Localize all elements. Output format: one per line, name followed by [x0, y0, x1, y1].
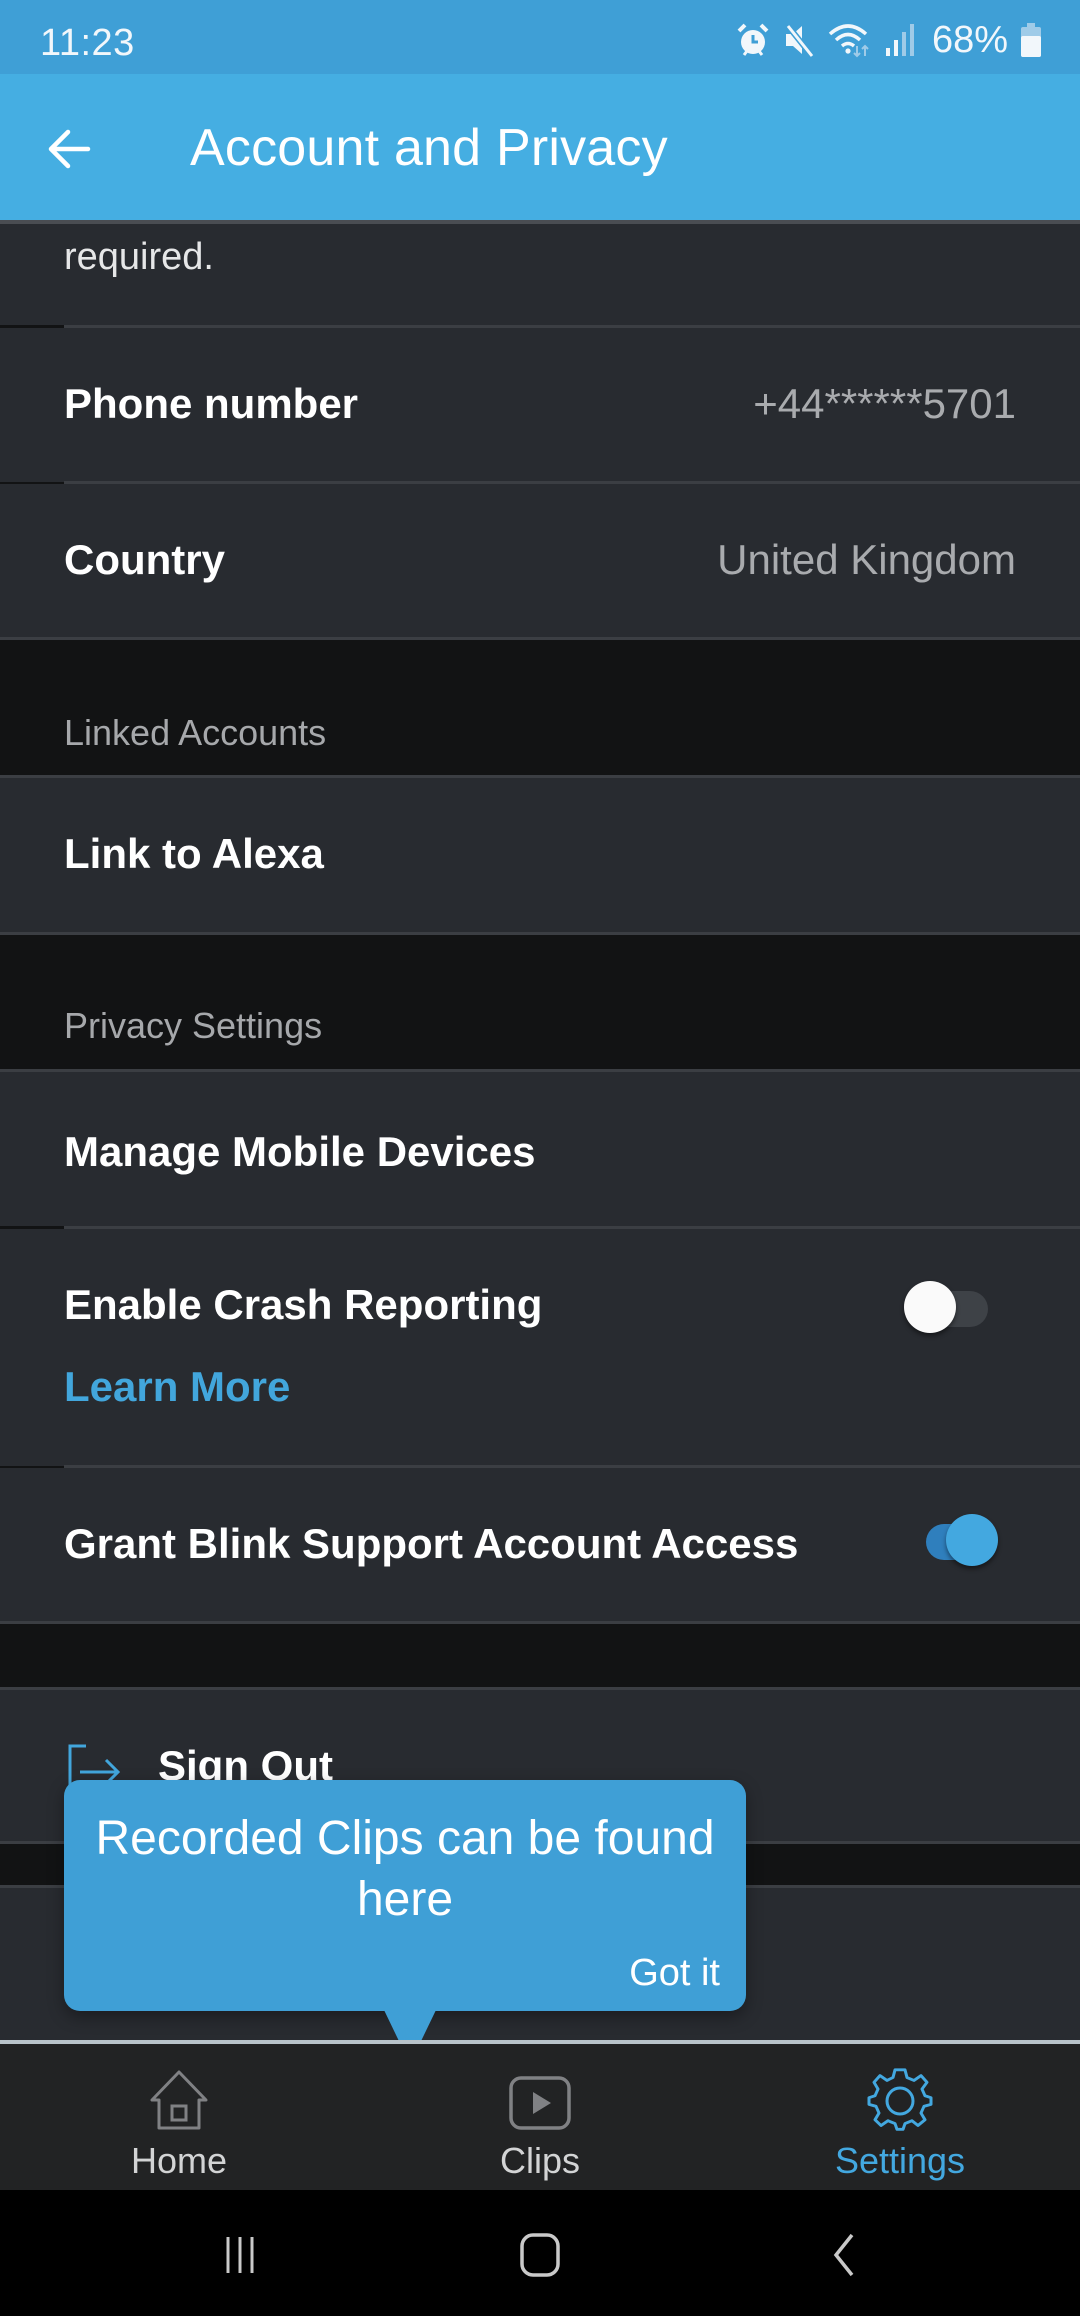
crash-reporting-row: Enable Crash Reporting Learn More	[0, 1229, 1080, 1466]
country-label: Country	[64, 536, 225, 583]
battery-percent: 68%	[931, 18, 1008, 61]
link-to-alexa-row[interactable]: Link to Alexa	[0, 778, 1080, 932]
system-nav	[0, 2190, 1080, 2316]
nav-label: Clips	[499, 2140, 580, 2181]
back-button[interactable]	[38, 118, 100, 180]
page-title: Account and Privacy	[190, 119, 668, 177]
toggle-thumb	[946, 1514, 998, 1566]
status-bar: 11:23 68%	[0, 0, 1080, 74]
nav-label: Settings	[834, 2140, 966, 2181]
spacer-band	[0, 1624, 1080, 1688]
phone-number-value: +44******5701	[753, 380, 1016, 427]
description-text: required.	[64, 236, 214, 278]
mute-icon	[782, 22, 816, 58]
play-icon	[507, 2068, 573, 2134]
clips-tooltip: Recorded Clips can be found here Got it	[64, 1780, 746, 2064]
phone-number-label: Phone number	[64, 380, 359, 427]
section-label: Linked Accounts	[64, 712, 327, 753]
learn-more-link[interactable]: Learn More	[64, 1363, 290, 1411]
nav-item-settings[interactable]: Settings	[800, 2044, 1000, 2190]
app-bar: Account and Privacy	[0, 74, 1080, 222]
privacy-settings-section-header: Privacy Settings	[0, 935, 1080, 1070]
alarm-icon	[736, 22, 770, 58]
country-row[interactable]: Country United Kingdom	[0, 484, 1080, 638]
arrow-left-icon	[48, 129, 91, 169]
link-to-alexa-label: Link to Alexa	[64, 830, 324, 877]
bottom-nav: Home Clips Settings	[0, 2040, 1080, 2190]
country-value: United Kingdom	[717, 536, 1016, 583]
toggle-thumb	[904, 1281, 956, 1333]
home-icon	[146, 2068, 212, 2134]
support-access-row: Grant Blink Support Account Access	[0, 1468, 1080, 1622]
account-description-cell: required.	[0, 224, 1080, 325]
back-system-button[interactable]	[804, 2220, 884, 2290]
recents-icon	[226, 2237, 254, 2273]
manage-mobile-devices-label: Manage Mobile Devices	[64, 1128, 536, 1175]
nav-item-home[interactable]: Home	[79, 2044, 279, 2190]
manage-mobile-devices-row[interactable]: Manage Mobile Devices	[0, 1072, 1080, 1226]
wifi-icon	[828, 22, 872, 58]
linked-accounts-section-header: Linked Accounts	[0, 640, 1080, 776]
battery-icon	[1020, 22, 1042, 58]
crash-reporting-toggle[interactable]	[904, 1279, 990, 1339]
nav-label: Home	[130, 2140, 228, 2181]
status-time: 11:23	[40, 22, 135, 64]
got-it-button[interactable]: Got it	[629, 1952, 720, 1995]
home-circle-icon	[520, 2233, 560, 2277]
status-icons: 68%	[736, 18, 1042, 61]
gear-icon	[867, 2068, 933, 2134]
signal-icon	[884, 22, 914, 58]
support-access-label: Grant Blink Support Account Access	[64, 1520, 799, 1567]
phone-number-row[interactable]: Phone number +44******5701	[0, 328, 1080, 482]
support-access-toggle[interactable]	[912, 1512, 998, 1572]
tooltip-message: Recorded Clips can be found here	[95, 1812, 715, 1926]
home-system-button[interactable]	[500, 2220, 580, 2290]
recents-button[interactable]	[200, 2220, 280, 2290]
back-chevron-icon	[833, 2233, 854, 2277]
nav-item-clips[interactable]: Clips	[440, 2044, 640, 2190]
section-label: Privacy Settings	[64, 1005, 323, 1046]
crash-reporting-label: Enable Crash Reporting	[64, 1281, 543, 1328]
